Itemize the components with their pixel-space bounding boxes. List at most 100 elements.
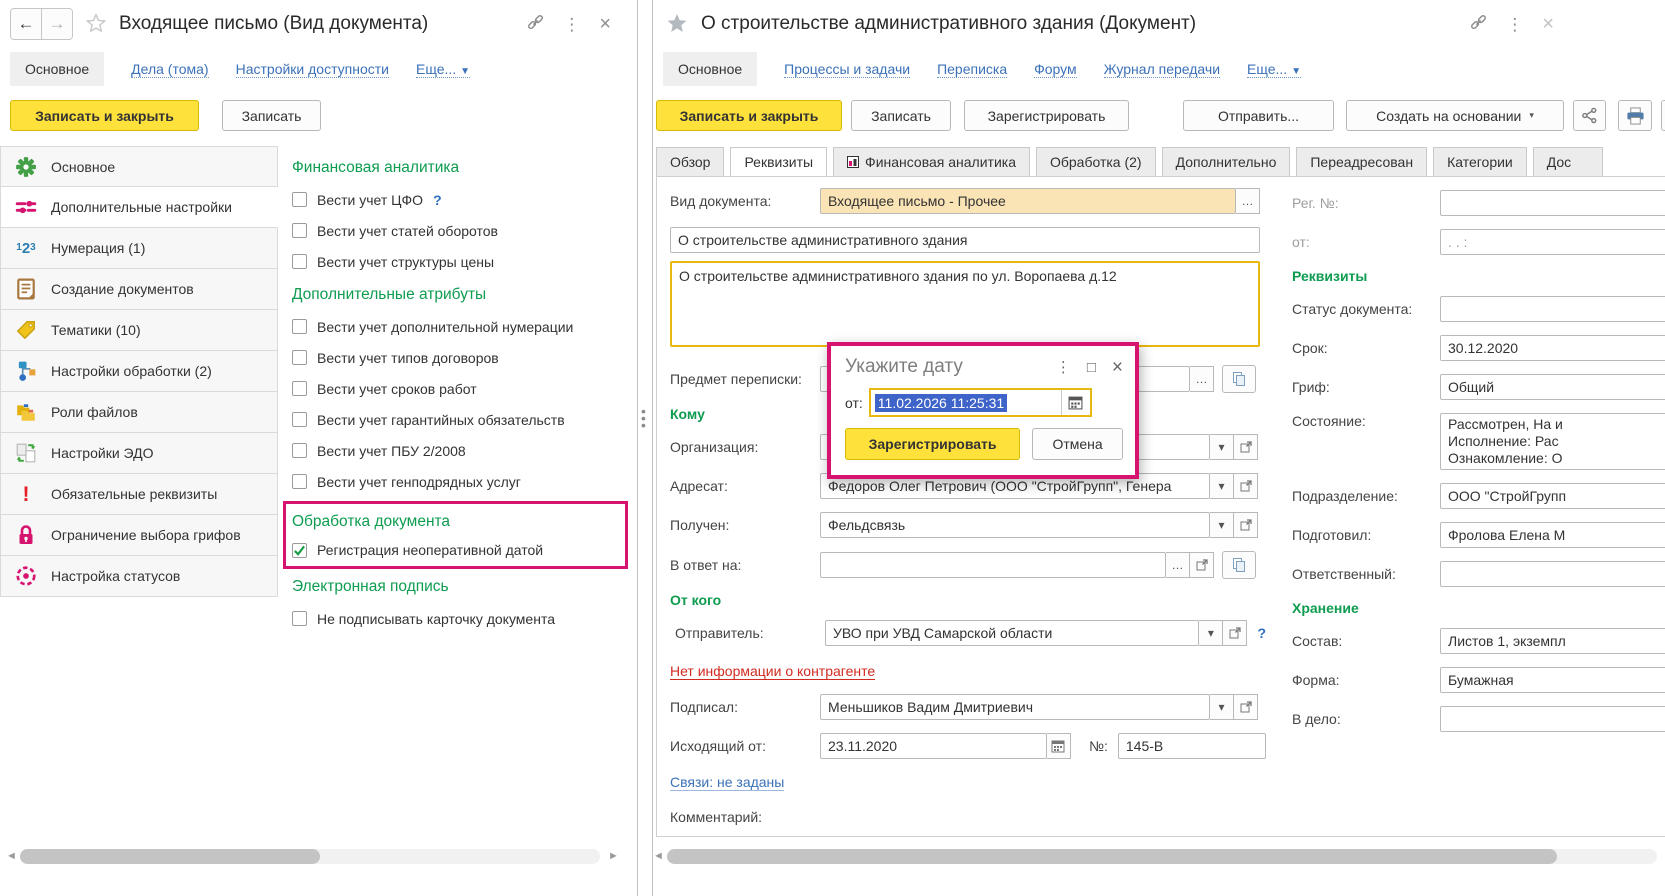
tab-overview[interactable]: Обзор (656, 147, 724, 177)
date-input[interactable]: 11.02.2026 11:25:31 (871, 390, 1061, 415)
ellipsis-button[interactable]: … (1236, 188, 1260, 214)
save-button[interactable]: Записать (851, 100, 951, 131)
tab-requisites[interactable]: Реквизиты (730, 147, 827, 177)
sidebar-item-grif-restriction[interactable]: Ограничение выбора грифов (0, 515, 278, 556)
nav-link-more[interactable]: Еще...▼ (416, 61, 470, 78)
sidebar-item-main[interactable]: Основное (0, 146, 278, 187)
received-input[interactable]: Фельдсвязь (820, 512, 1210, 538)
no-counterparty-info-link[interactable]: Нет информации о контрагенте (670, 663, 875, 680)
save-and-close-button[interactable]: Записать и закрыть (10, 100, 199, 131)
sidebar-item-topics[interactable]: Тематики (10) (0, 310, 278, 351)
copy-button[interactable] (1222, 551, 1256, 579)
window-splitter[interactable]: ••• (638, 0, 652, 896)
nav-link-access[interactable]: Настройки доступности (236, 61, 389, 78)
scroll-left-icon[interactable]: ◄ (653, 850, 664, 862)
calendar-button[interactable] (1061, 390, 1090, 415)
share-button[interactable] (1573, 100, 1606, 131)
open-button[interactable] (1234, 434, 1258, 460)
case-input[interactable] (1440, 706, 1665, 732)
doc-status-input[interactable] (1440, 296, 1665, 322)
sidebar-item-numbering[interactable]: 123 Нумерация (1) (0, 228, 278, 269)
reg-date-input[interactable]: . . : (1440, 229, 1665, 255)
links-not-set-link[interactable]: Связи: не заданы (670, 774, 784, 791)
responsible-input[interactable] (1440, 561, 1665, 587)
link-icon[interactable] (527, 14, 544, 34)
tab-financial-analytics[interactable]: Финансовая аналитика (833, 147, 1030, 177)
ellipsis-button[interactable]: … (1190, 366, 1214, 392)
checkbox-contract-types[interactable] (292, 350, 307, 365)
checkbox-pbu[interactable] (292, 443, 307, 458)
maximize-icon[interactable]: □ (1087, 360, 1096, 375)
signed-by-input[interactable]: Меньшиков Вадим Дмитриевич (820, 694, 1210, 720)
link-icon[interactable] (1470, 14, 1487, 34)
due-date-input[interactable]: 30.12.2020 (1440, 335, 1665, 361)
favorite-star-icon[interactable] (85, 12, 107, 37)
grif-input[interactable]: Общий (1440, 374, 1665, 400)
sidebar-item-status-settings[interactable]: Настройка статусов (0, 556, 278, 597)
sidebar-item-processing-settings[interactable]: Настройки обработки (2) (0, 351, 278, 392)
nav-link-transfer-log[interactable]: Журнал передачи (1104, 61, 1220, 78)
doc-kind-input[interactable]: Входящее письмо - Прочее (820, 188, 1236, 214)
sidebar-item-document-creation[interactable]: Создание документов (0, 269, 278, 310)
dropdown-button[interactable]: ▾ (1210, 694, 1234, 720)
close-icon[interactable]: × (1542, 14, 1554, 34)
unit-input[interactable]: ООО "СтройГрупп (1440, 483, 1665, 509)
tab-categories[interactable]: Категории (1433, 147, 1527, 177)
paper-form-input[interactable]: Бумажная (1440, 667, 1665, 693)
back-button[interactable]: ← (11, 9, 41, 39)
close-icon[interactable]: × (599, 14, 611, 34)
nav-link-correspondence[interactable]: Переписка (937, 61, 1007, 78)
tab-readdressed[interactable]: Переадресован (1296, 147, 1427, 177)
checkbox-turnover-items[interactable] (292, 223, 307, 238)
dropdown-button[interactable]: ▾ (1210, 434, 1234, 460)
tab-additional[interactable]: Дополнительно (1162, 147, 1291, 177)
help-icon[interactable]: ? (1257, 625, 1266, 641)
ellipsis-button[interactable]: … (1166, 552, 1190, 578)
register-button[interactable]: Зарегистрировать (964, 100, 1129, 131)
title-input[interactable]: О строительстве административного здания (670, 227, 1260, 253)
open-button[interactable] (1190, 552, 1214, 578)
reg-number-input[interactable] (1440, 190, 1665, 216)
sender-input[interactable]: УВО при УВД Самарской области (825, 620, 1199, 646)
cut-toolbar-button[interactable] (1661, 100, 1665, 131)
sidebar-item-edo-settings[interactable]: Настройки ЭДО (0, 433, 278, 474)
nav-tab-main[interactable]: Основное (663, 52, 757, 86)
outgoing-date-input[interactable]: 23.11.2020 (820, 733, 1047, 759)
checkbox-non-operative-date[interactable] (292, 543, 307, 558)
sidebar-item-required-fields[interactable]: ! Обязательные реквизиты (0, 474, 278, 515)
tab-processing[interactable]: Обработка (2) (1036, 147, 1156, 177)
tab-access-cut[interactable]: Дос (1533, 147, 1603, 177)
checkbox-general-contract[interactable] (292, 474, 307, 489)
dropdown-button[interactable]: ▾ (1199, 620, 1223, 646)
number-input[interactable]: 145-В (1118, 733, 1266, 759)
checkbox-work-terms[interactable] (292, 381, 307, 396)
checkbox-additional-numbering[interactable] (292, 319, 307, 334)
dialog-close-icon[interactable]: × (1112, 358, 1123, 377)
favorite-star-icon[interactable] (665, 11, 689, 38)
help-icon[interactable]: ? (433, 192, 442, 208)
scrollbar-thumb[interactable] (20, 849, 320, 864)
forward-button[interactable]: → (41, 9, 72, 39)
reply-to-input[interactable] (820, 552, 1166, 578)
composition-input[interactable]: Листов 1, экземпл (1440, 628, 1665, 654)
nav-link-forum[interactable]: Форум (1034, 61, 1077, 78)
scrollbar-thumb[interactable] (667, 849, 1557, 864)
calendar-button[interactable] (1047, 733, 1071, 759)
save-and-close-button[interactable]: Записать и закрыть (656, 100, 842, 131)
more-menu-icon[interactable]: ⋮ (563, 16, 580, 33)
print-button[interactable] (1618, 100, 1652, 131)
nav-tab-main[interactable]: Основное (10, 52, 104, 86)
checkbox-price-structure[interactable] (292, 254, 307, 269)
open-button[interactable] (1223, 620, 1247, 646)
checkbox-cfo[interactable] (292, 192, 307, 207)
sidebar-item-additional-settings[interactable]: Дополнительные настройки (0, 187, 278, 228)
open-button[interactable] (1234, 694, 1258, 720)
create-based-on-button[interactable]: Создать на основании ▾ (1346, 100, 1564, 131)
dropdown-button[interactable]: ▾ (1210, 473, 1234, 499)
checkbox-warranty[interactable] (292, 412, 307, 427)
checkbox-no-sign-card[interactable] (292, 611, 307, 626)
state-box[interactable]: Рассмотрен, На и Исполнение: Рас Ознаком… (1440, 413, 1665, 470)
save-button[interactable]: Записать (222, 100, 321, 131)
copy-button[interactable] (1222, 365, 1256, 393)
more-menu-icon[interactable]: ⋮ (1506, 16, 1523, 33)
